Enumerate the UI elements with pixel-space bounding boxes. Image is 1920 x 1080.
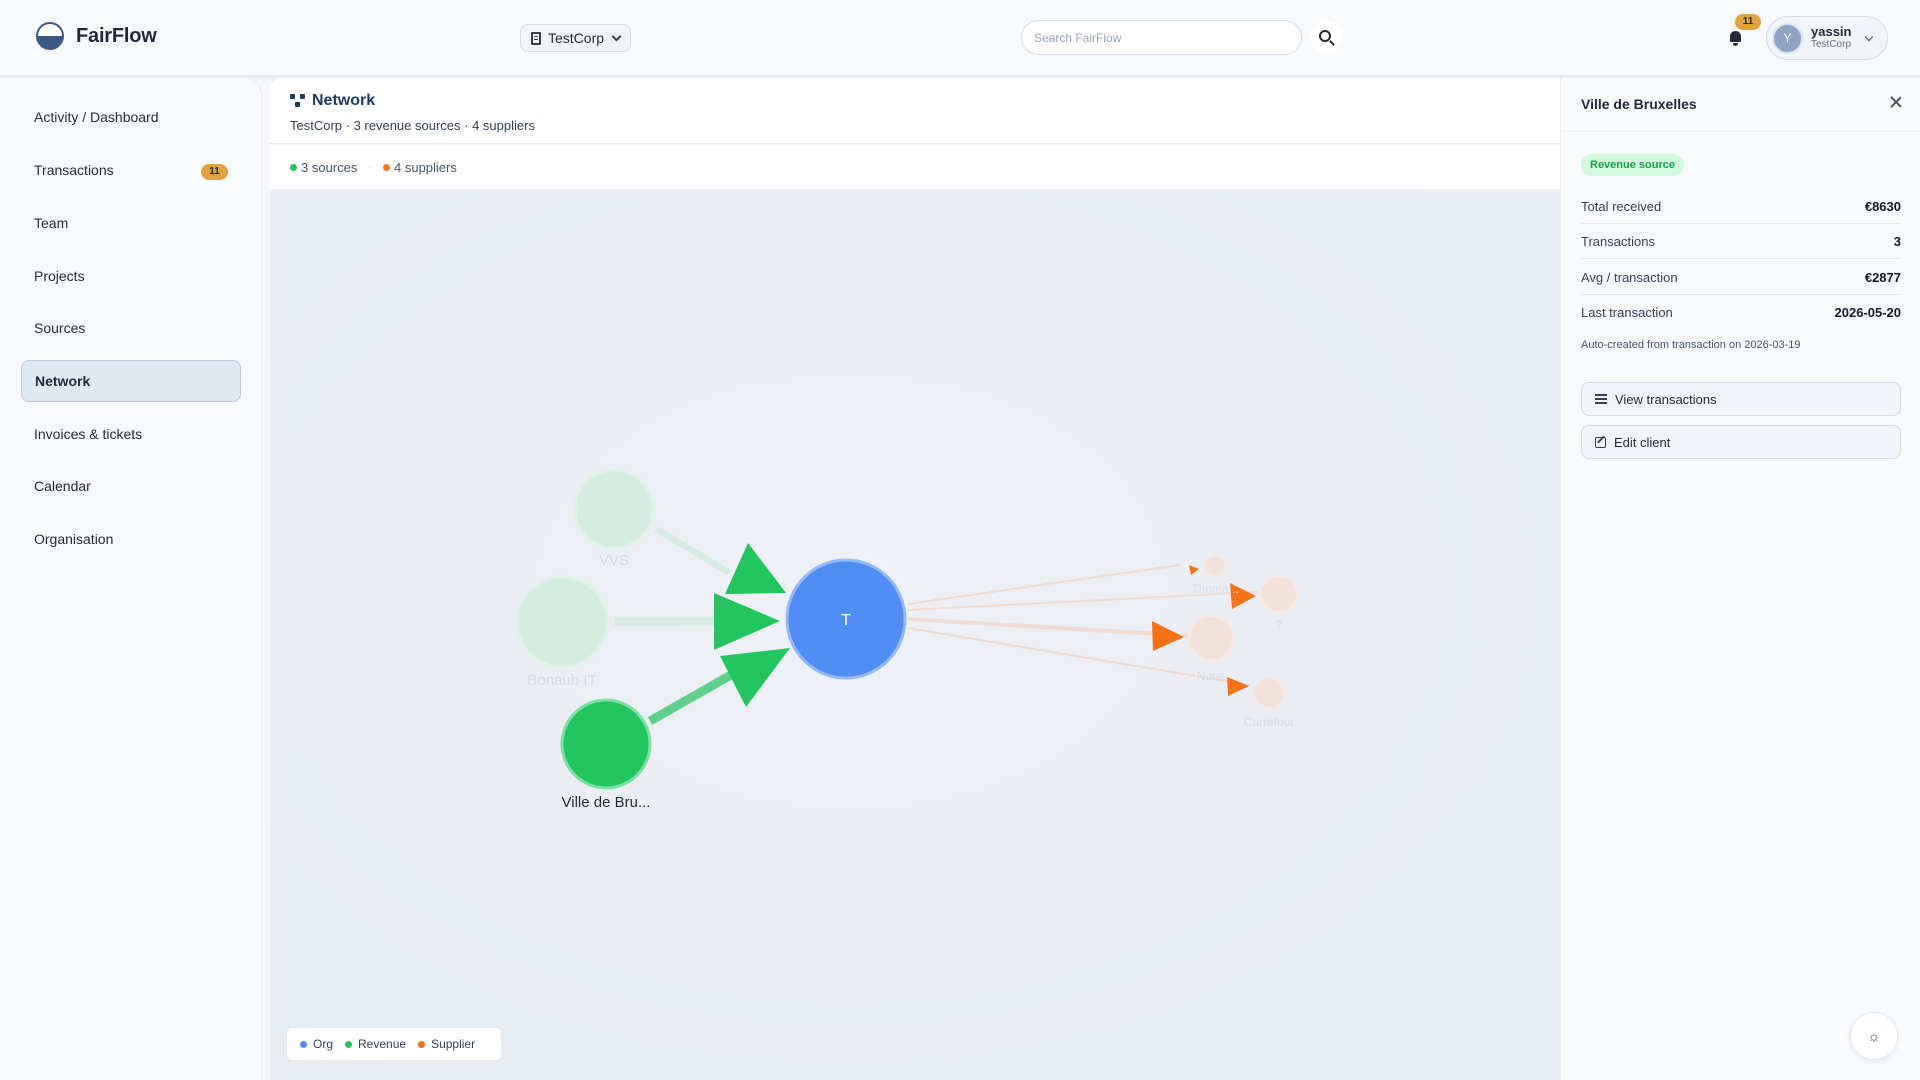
- top-header: FairFlow TestCorp 11 Y yassin TestCorp: [0, 0, 1920, 76]
- sidebar-item-organisation[interactable]: Organisation: [21, 518, 241, 560]
- sidebar-item-label: Network: [35, 373, 91, 389]
- supplier-dot-icon: [383, 164, 390, 171]
- node-label-question: ?: [1276, 618, 1283, 632]
- list-icon: [1595, 394, 1607, 404]
- stats-separator: ·: [368, 162, 372, 173]
- sidebar-item-activity[interactable]: Activity / Dashboard: [21, 96, 241, 138]
- sidebar-item-label: Transactions: [34, 162, 114, 178]
- arrow-bonaub: [714, 593, 780, 650]
- sidebar-item-invoices[interactable]: Invoices & tickets: [21, 413, 241, 455]
- view-transactions-button[interactable]: View transactions: [1581, 382, 1901, 416]
- stats-bar: 3 sources · 4 suppliers: [270, 145, 1560, 190]
- avatar: Y: [1772, 22, 1803, 54]
- notifications-badge: 11: [1735, 14, 1761, 30]
- graph-legend: Org Revenue Supplier: [286, 1027, 502, 1061]
- sidebar-item-label: Projects: [34, 268, 85, 284]
- sidebar-item-team[interactable]: Team: [21, 202, 241, 244]
- app-logo[interactable]: FairFlow: [36, 22, 157, 50]
- detail-panel: Ville de Bruxelles Revenue source Total …: [1560, 78, 1920, 1080]
- org-selector-label: TestCorp: [548, 30, 605, 46]
- arrow-vvs: [725, 543, 786, 594]
- revenue-dot-icon: [345, 1040, 353, 1048]
- arrow-none: [1152, 621, 1184, 651]
- node-label-none: None: [1197, 669, 1226, 683]
- node-vvs: [573, 468, 655, 550]
- user-menu[interactable]: Y yassin TestCorp: [1766, 16, 1888, 60]
- search-input[interactable]: [1021, 20, 1302, 55]
- page-subtitle: TestCorp · 3 revenue sources · 4 supplie…: [290, 118, 535, 133]
- sidebar-item-label: Activity / Dashboard: [34, 109, 159, 125]
- sidebar-item-label: Sources: [34, 320, 86, 336]
- network-graph-canvas[interactable]: T VVS Bonaub IT Ville de Bru... Thoma...…: [270, 191, 1560, 1080]
- network-icon: [290, 94, 306, 108]
- sidebar-item-network[interactable]: Network: [21, 360, 241, 402]
- arrow-thomas: [1189, 565, 1199, 575]
- auto-created-note: Auto-created from transaction on 2026-03…: [1581, 339, 1801, 351]
- network-graph: T VVS Bonaub IT Ville de Bru... Thoma...…: [515, 468, 1298, 811]
- network-header: Network TestCorp · 3 revenue sources · 4…: [270, 78, 1560, 144]
- building-icon: [531, 31, 541, 45]
- node-thomas: [1204, 555, 1226, 577]
- stat-row-total: Total received €8630: [1581, 189, 1901, 224]
- node-question: [1260, 575, 1298, 613]
- chevron-down-icon: [611, 31, 622, 41]
- sidebar-item-sources[interactable]: Sources: [21, 307, 241, 349]
- panel-title: Ville de Bruxelles: [1581, 96, 1697, 112]
- sources-stat: 3 sources: [290, 160, 357, 175]
- node-label-ville: Ville de Bru...: [562, 794, 651, 811]
- suppliers-stat-label: 4 suppliers: [394, 160, 457, 175]
- stat-row-transactions: Transactions 3: [1581, 224, 1901, 259]
- node-label-bonaub: Bonaub IT: [527, 672, 596, 689]
- org-selector[interactable]: TestCorp: [520, 24, 632, 52]
- source-type-badge: Revenue source: [1581, 154, 1684, 176]
- page-title-text: Network: [312, 92, 376, 109]
- node-label-carrefour: Carrefour: [1244, 715, 1295, 729]
- close-icon[interactable]: [1889, 95, 1903, 109]
- node-label-thomas: Thoma...: [1191, 582, 1238, 596]
- node-none: [1188, 615, 1234, 661]
- panel-header: Ville de Bruxelles: [1561, 78, 1920, 132]
- legend-supplier: Supplier: [418, 1037, 475, 1051]
- sidebar-item-transactions[interactable]: Transactions 11: [21, 149, 241, 191]
- arrow-carrefour: [1227, 677, 1249, 696]
- org-dot-icon: [300, 1040, 307, 1048]
- search-icon: [1319, 30, 1331, 42]
- edit-client-button[interactable]: Edit client: [1581, 425, 1901, 459]
- node-bonaub: [515, 575, 609, 669]
- stat-row-last: Last transaction 2026-05-20: [1581, 305, 1901, 320]
- suppliers-stat: 4 suppliers: [383, 160, 457, 175]
- legend-revenue: Revenue: [345, 1037, 406, 1051]
- logo-icon: [36, 22, 64, 50]
- node-org-label: T: [841, 612, 851, 629]
- transactions-count-badge: 11: [201, 164, 228, 180]
- sidebar-item-label: Invoices & tickets: [34, 426, 143, 442]
- sidebar-item-projects[interactable]: Projects: [21, 255, 241, 297]
- search-button[interactable]: [1310, 21, 1342, 53]
- sidebar-item-calendar[interactable]: Calendar: [21, 465, 241, 507]
- app-name: FairFlow: [76, 24, 157, 47]
- legend-org: Org: [300, 1037, 333, 1051]
- sidebar-item-label: Calendar: [34, 478, 91, 494]
- sidebar-item-label: Team: [34, 215, 69, 231]
- sources-stat-label: 3 sources: [301, 160, 358, 175]
- gear-icon: ☼: [1867, 1028, 1881, 1044]
- sidebar: Activity / Dashboard Transactions 11 Team…: [0, 78, 262, 1080]
- page-title: Network: [290, 92, 375, 110]
- stat-row-average: Avg / transaction €2877: [1581, 260, 1901, 295]
- user-org: TestCorp: [1811, 39, 1852, 50]
- user-name: yassin: [1811, 24, 1852, 39]
- revenue-dot-icon: [290, 164, 297, 171]
- edge-vvs: [654, 526, 732, 576]
- chevron-down-icon: [1864, 32, 1874, 42]
- sidebar-item-label: Organisation: [34, 531, 114, 547]
- node-carrefour: [1253, 677, 1285, 709]
- supplier-dot-icon: [418, 1040, 426, 1048]
- settings-fab[interactable]: ☼: [1850, 1012, 1898, 1060]
- bell-icon: [1730, 31, 1741, 46]
- edit-icon: [1595, 436, 1606, 448]
- node-ville: [560, 698, 652, 790]
- node-label-vvs: VVS: [599, 552, 629, 569]
